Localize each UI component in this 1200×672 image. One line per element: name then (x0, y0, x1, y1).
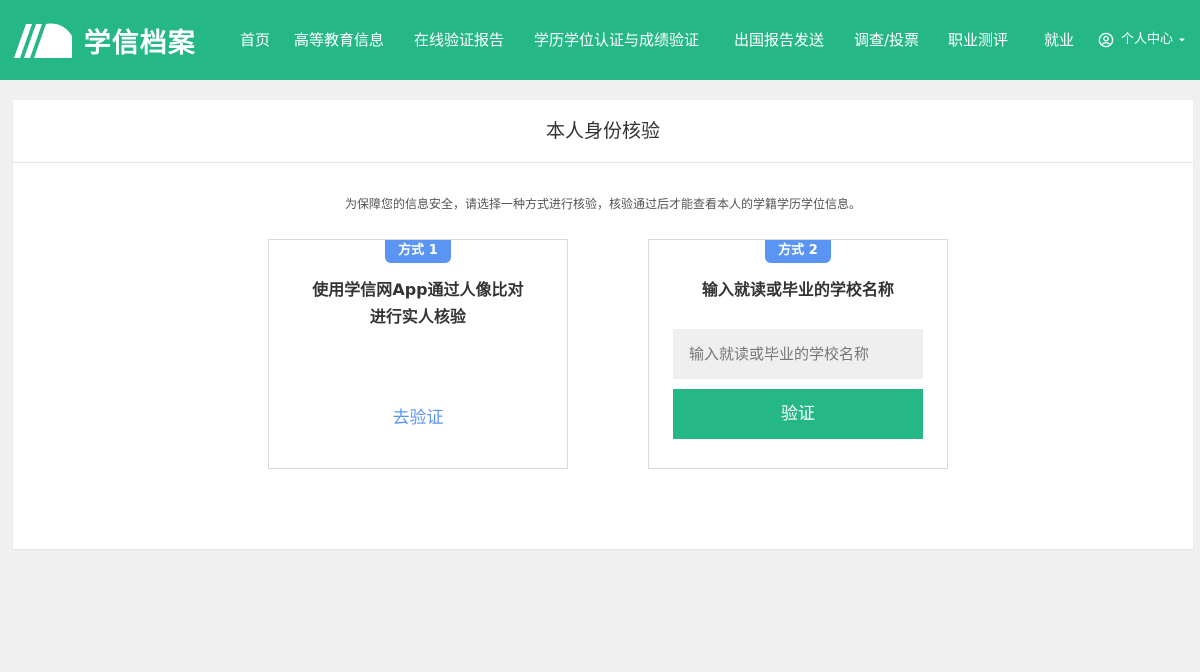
user-circle-icon (1098, 32, 1114, 48)
nav-item-online-verification-report[interactable]: 在线验证报告 (414, 29, 504, 51)
method-1-title-line1: 使用学信网App通过人像比对 (312, 280, 524, 299)
method-2-card: 方式 2 输入就读或毕业的学校名称 验证 (648, 239, 948, 469)
method-2-title: 输入就读或毕业的学校名称 (701, 280, 894, 299)
top-navigation-bar: 学信档案 首页 高等教育信息 在线验证报告 学历学位认证与成绩验证 出国报告发送… (0, 0, 1200, 80)
brand-logo[interactable]: 学信档案 (12, 20, 196, 60)
brand-name: 学信档案 (84, 27, 196, 59)
go-verify-link[interactable]: 去验证 (269, 403, 567, 428)
page-title: 本人身份核验 (13, 100, 1193, 163)
nav-item-overseas-report[interactable]: 出国报告发送 (734, 29, 824, 51)
method-1-badge: 方式 1 (385, 240, 451, 263)
nav-item-career-assessment[interactable]: 职业测评 (948, 29, 1008, 51)
intro-text: 为保障您的信息安全，请选择一种方式进行核验，核验通过后才能查看本人的学籍学历学位… (344, 197, 861, 211)
book-logo-icon (14, 23, 72, 58)
method-1-card: 方式 1 使用学信网App通过人像比对 进行实人核验 去验证 (268, 239, 568, 469)
nav-item-home[interactable]: 首页 (240, 29, 270, 51)
identity-verification-panel: 本人身份核验 为保障您的信息安全，请选择一种方式进行核验，核验通过后才能查看本人… (13, 100, 1193, 549)
method-1-title: 使用学信网App通过人像比对 进行实人核验 (289, 276, 547, 330)
verify-button[interactable]: 验证 (673, 389, 923, 439)
school-name-input[interactable] (673, 329, 923, 379)
nav-item-higher-education-info[interactable]: 高等教育信息 (294, 29, 384, 51)
user-center-label: 个人中心 (1121, 32, 1174, 47)
user-center-menu[interactable]: 个人中心 (1098, 29, 1186, 51)
nav-item-degree-certification[interactable]: 学历学位认证与成绩验证 (534, 29, 699, 51)
nav-item-survey-vote[interactable]: 调查/投票 (854, 29, 919, 51)
caret-down-icon (1179, 38, 1186, 42)
method-2-badge: 方式 2 (765, 240, 831, 263)
method-1-title-line2: 进行实人核验 (369, 307, 466, 326)
nav-item-employment[interactable]: 就业 (1044, 29, 1074, 51)
